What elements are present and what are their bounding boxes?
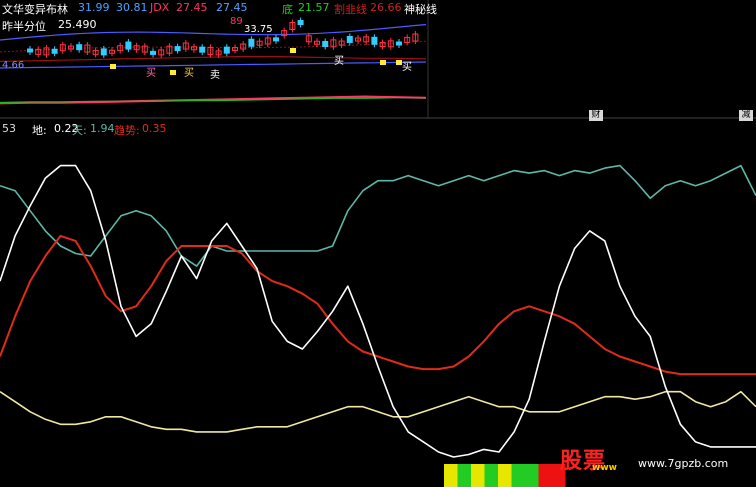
buy-label-3: 买 [334,56,344,67]
jdx-value: 27.45 [176,1,208,14]
sell-label: 卖 [210,70,220,81]
candle-body [174,46,181,52]
price-lo-label: 4.66 [2,60,25,71]
candle-body [223,46,230,54]
osc-line-cyan [0,164,756,267]
logo-url-text: www.7gpzb.com [638,457,729,470]
signal-bar-yellow [444,464,458,487]
cai-box: 财 [589,110,603,121]
tian-label: 天: [72,124,87,137]
logo-sub-text: www [592,463,617,473]
candle-body [199,46,206,53]
buy-label-2: 买 [184,68,194,79]
qushi-value: 0.35 [142,122,167,135]
shenmi-label: 神秘线 [404,3,437,16]
signal-bar-yellow [471,464,485,487]
mid-left-num: 53 [2,122,16,135]
signal-marker [380,60,386,65]
candle-body [51,48,58,54]
buy-label-1: 买 [146,68,156,79]
jdx-value-2: 27.45 [216,1,248,14]
signal-bar-yellow [498,464,512,487]
signal-bar-green [484,464,498,487]
top-series-2 [0,97,426,104]
di-value: 21.57 [298,1,330,14]
jdx-label: JDX [150,1,170,14]
jian-box: 减 [739,110,753,121]
oscillator-panel [0,164,756,487]
candle-body [346,35,353,43]
osc-line-yellow [0,390,756,433]
candle-body [100,48,107,56]
top-value-2: 30.81 [116,1,148,14]
signal-marker [290,48,296,53]
candle-body [273,37,279,42]
di-label-osc: 地: [32,124,47,137]
candle-body [27,48,33,53]
candle-body [76,44,83,51]
signal-bar-red [538,464,552,487]
candle-body [125,41,132,50]
top-value-1: 31.99 [78,1,110,14]
candle-body [396,41,402,46]
candle-body [150,50,156,55]
signal-bar-green [457,464,471,487]
signal-bar-green [511,464,525,487]
candle-body [297,20,304,26]
candle-body [322,40,329,47]
gemwu-label: 割韭线 [334,3,367,16]
buy-label-4: 买 [402,62,412,73]
price-hi-label: 89 [230,16,243,27]
zuoban-label: 昨半分位 [2,20,46,33]
osc-line-red [0,234,756,376]
signal-bar-green [525,464,539,487]
zuoban-value: 25.490 [58,18,97,31]
di-label: 底 [282,3,293,16]
tian-value: 1.94 [90,122,115,135]
osc-line-white [0,164,756,458]
top-price-panel [0,0,756,119]
candle-body [248,38,255,47]
qushi-label: 趋势: [114,124,140,137]
price-mark-label: 33.75 [244,24,273,35]
chart-canvas [0,0,756,487]
signal-marker [170,70,176,75]
candle-body [371,36,378,45]
top-indicator-name: 文华变异布林 [2,3,68,16]
signal-marker [110,64,116,69]
gemwu-value: 26.66 [370,1,402,14]
top-series-3 [0,55,427,62]
watermark-logo: 股票 www www.7gpzb.com [556,443,756,487]
